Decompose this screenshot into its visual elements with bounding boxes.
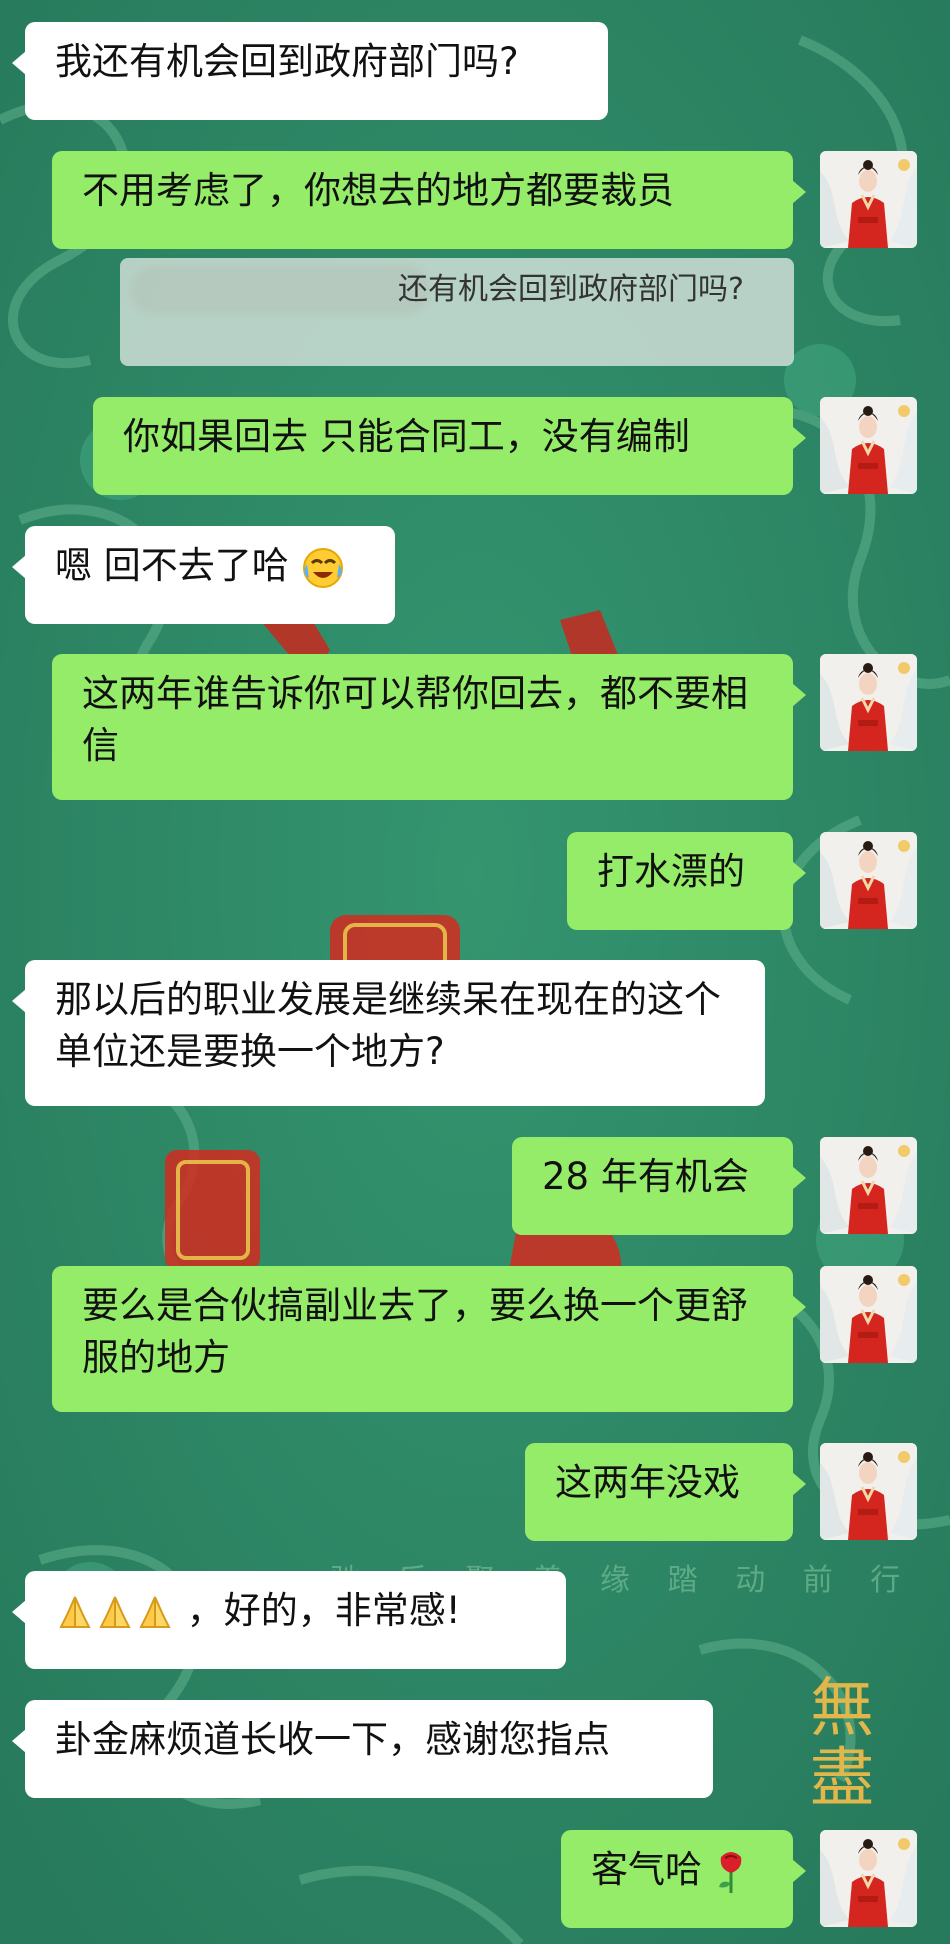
message-text: 这两年没戏 — [555, 1461, 740, 1504]
avatar[interactable] — [820, 1830, 917, 1927]
avatar[interactable] — [820, 151, 917, 248]
message-text: 要么是合伙搞副业去了，要么换一个更舒服的地方 — [82, 1284, 748, 1379]
message-text: ，好的，非常感! — [186, 1589, 461, 1632]
message-text: 卦金麻烦道长收一下，感谢您指点 — [55, 1718, 610, 1761]
message-bubble[interactable]: 打水漂的 — [567, 832, 806, 930]
message-bubble[interactable]: 你如果回去 只能合同工，没有编制 — [93, 397, 806, 495]
avatar[interactable] — [820, 832, 917, 929]
avatar[interactable] — [820, 654, 917, 751]
message-text: 你如果回去 只能合同工，没有编制 — [123, 415, 690, 458]
message-text: 28 年有机会 — [542, 1155, 749, 1198]
rose-emoji — [718, 1851, 742, 1893]
bg-char-jin: 盡 — [810, 1742, 874, 1816]
message-text: 打水漂的 — [597, 850, 745, 893]
message-text: 这两年谁告诉你可以帮你回去，都不要相信 — [82, 672, 748, 767]
message-bubble[interactable]: ，好的，非常感! — [12, 1571, 566, 1669]
message-text: 不用考虑了，你想去的地方都要裁员 — [82, 169, 674, 212]
avatar[interactable] — [820, 1137, 917, 1234]
message-text: 那以后的职业发展是继续呆在现在的这个单位还是要换一个地方? — [55, 978, 721, 1073]
message-bubble[interactable]: 不用考虑了，你想去的地方都要裁员 — [52, 151, 806, 249]
message-bubble[interactable]: 客气哈 — [561, 1830, 806, 1928]
message-bubble[interactable]: 那以后的职业发展是继续呆在现在的这个单位还是要换一个地方? — [12, 960, 765, 1106]
message-bubble[interactable]: 要么是合伙搞副业去了，要么换一个更舒服的地方 — [52, 1266, 806, 1412]
face-with-tears-emoji — [302, 547, 343, 588]
message-text: 客气哈 — [591, 1848, 702, 1891]
avatar[interactable] — [820, 1443, 917, 1540]
message-bubble[interactable]: 嗯 回不去了哈 — [12, 526, 395, 624]
message-bubble[interactable]: 卦金麻烦道长收一下，感谢您指点 — [12, 1700, 713, 1798]
quoted-text: 还有机会回到政府部门吗? — [398, 272, 744, 307]
message-text: 我还有机会回到政府部门吗? — [55, 40, 519, 83]
bg-char-wu: 無 — [810, 1672, 874, 1746]
message-bubble[interactable]: 我还有机会回到政府部门吗? — [12, 22, 608, 120]
message-bubble[interactable]: 这两年没戏 — [525, 1443, 806, 1541]
avatar[interactable] — [820, 397, 917, 494]
avatar[interactable] — [820, 1266, 917, 1363]
message-bubble[interactable]: 这两年谁告诉你可以帮你回去，都不要相信 — [52, 654, 806, 800]
message-bubble[interactable]: 28 年有机会 — [512, 1137, 806, 1235]
quoted-message[interactable]: 还有机会回到政府部门吗? — [120, 258, 794, 366]
message-text: 嗯 回不去了哈 — [55, 544, 289, 587]
praying-hands-emoji — [55, 1589, 187, 1632]
